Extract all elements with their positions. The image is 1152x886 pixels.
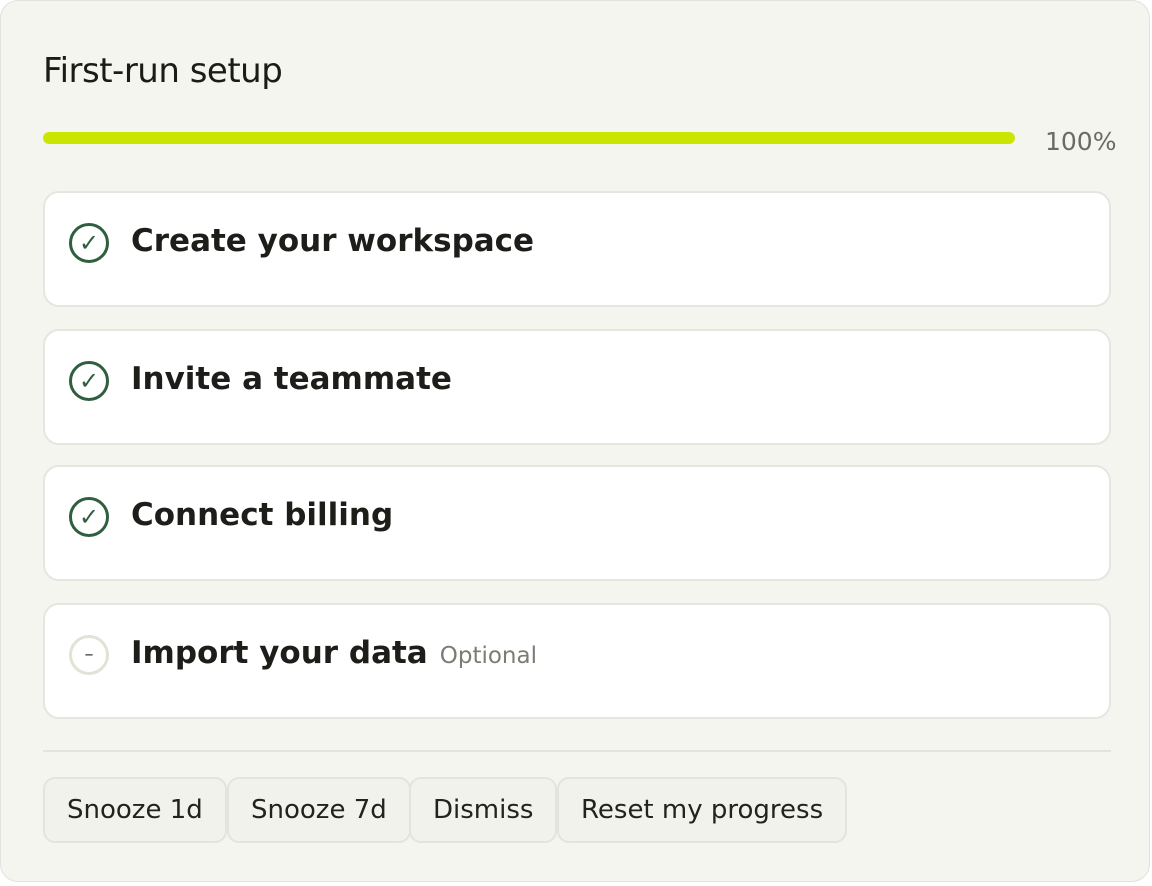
- dismiss-button[interactable]: Dismiss: [409, 777, 558, 843]
- reset-progress-button[interactable]: Reset my progress: [557, 777, 848, 843]
- step-invite-teammate[interactable]: ✓ Invite a teammate: [43, 329, 1111, 445]
- progress-bar: [43, 132, 1015, 144]
- step-create-workspace[interactable]: ✓ Create your workspace: [43, 191, 1111, 307]
- check-circle-icon: ✓: [69, 361, 109, 401]
- setup-checklist-panel: First-run setup 100% ✓ Create your works…: [0, 0, 1150, 882]
- check-circle-icon: ✓: [69, 223, 109, 263]
- step-connect-billing[interactable]: ✓ Connect billing: [43, 465, 1111, 581]
- page-title: First-run setup: [43, 51, 283, 91]
- step-label: Invite a teammate: [131, 361, 452, 397]
- snooze-1d-button[interactable]: Snooze 1d: [43, 777, 227, 843]
- check-circle-icon: ✓: [69, 497, 109, 537]
- step-label: Import your data Optional: [131, 635, 537, 671]
- progress-percent: 100%: [1045, 127, 1117, 156]
- step-label: Connect billing: [131, 497, 394, 533]
- minus-circle-icon: –: [69, 635, 109, 675]
- step-label-text: Import your data: [131, 635, 428, 671]
- divider: [43, 750, 1111, 752]
- snooze-7d-button[interactable]: Snooze 7d: [227, 777, 411, 843]
- progress-bar-fill: [43, 132, 1015, 144]
- step-label: Create your workspace: [131, 223, 535, 259]
- step-import-data[interactable]: – Import your data Optional: [43, 603, 1111, 719]
- optional-badge: Optional: [439, 643, 537, 669]
